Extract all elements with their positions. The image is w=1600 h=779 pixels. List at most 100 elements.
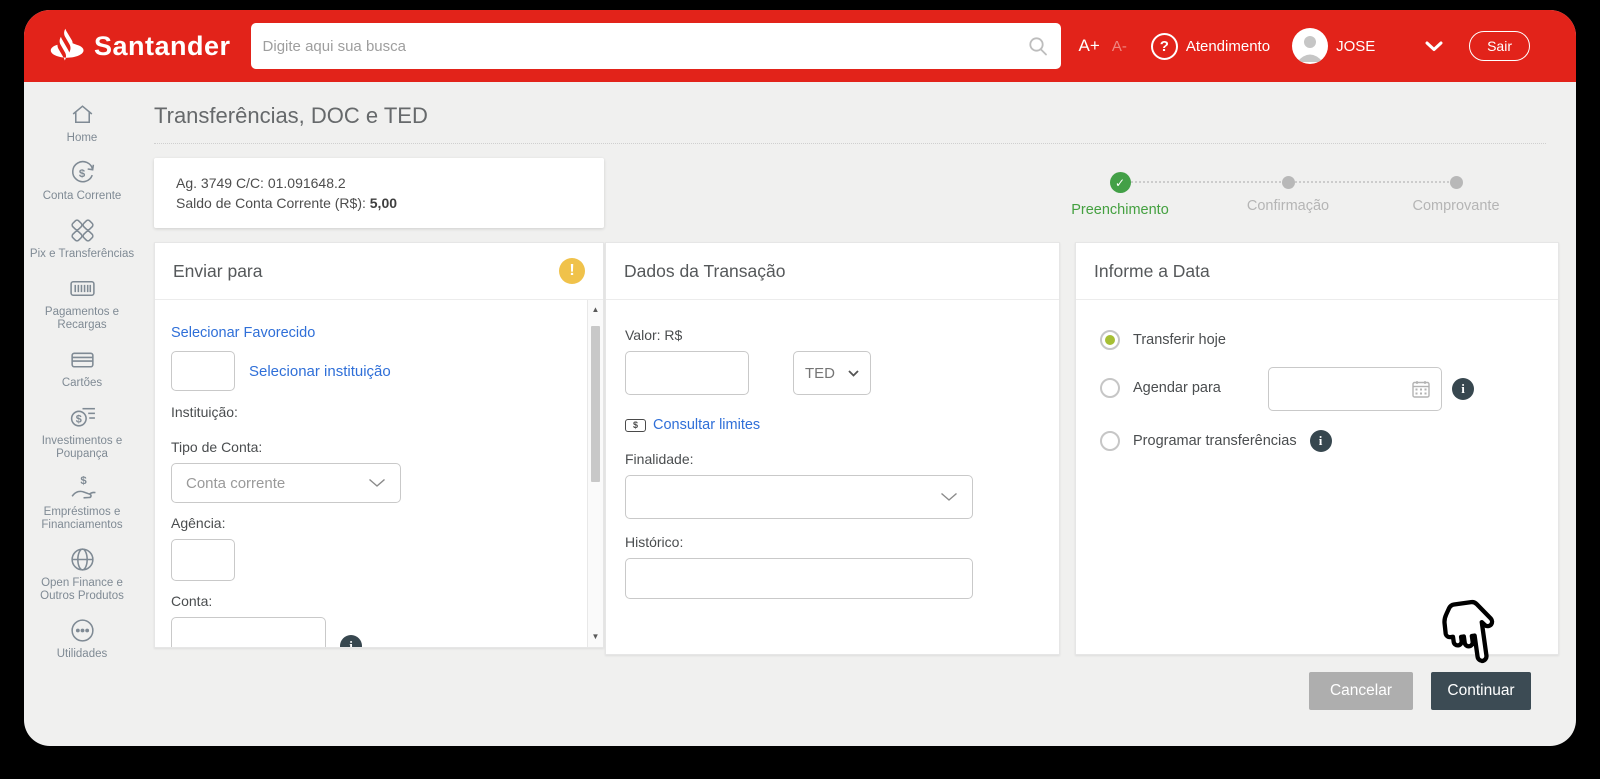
radio-programar-transferencias[interactable]: Programar transferências i [1100,430,1332,452]
search-box [251,23,1061,69]
agencia-label: Agência: [171,515,569,531]
favorecido-code-input[interactable] [171,351,235,391]
coin-list-icon: $ [68,403,97,432]
sidebar-item-pagamentos-recargas[interactable]: Pagamentos e Recargas [28,274,136,332]
finalidade-select[interactable] [625,475,973,519]
chevron-down-icon [368,478,386,488]
santander-logo[interactable]: Santander [46,25,231,67]
tipo-conta-label: Tipo de Conta: [171,439,569,455]
valor-input[interactable] [625,351,749,395]
step-check-icon: ✓ [1110,172,1131,193]
avatar [1292,28,1328,64]
tipo-conta-select[interactable]: Conta corrente [171,463,401,503]
ellipsis-circle-icon [68,616,97,645]
continue-button[interactable]: Continuar [1431,672,1531,710]
font-increase-button[interactable]: A+ [1079,36,1100,56]
step-comprovante: Comprovante [1372,172,1540,218]
account-refresh-icon: $ [68,158,97,187]
pix-icon [68,216,97,245]
panel-enviar-para: Enviar para ! Selecionar Favorecido Sele… [154,242,604,648]
account-number: Ag. 3749 C/C: 01.091648.2 [176,173,582,193]
chevron-down-icon [940,492,958,502]
flame-icon [46,25,88,67]
app-window: Santander A+ A- ? Atendimento JOSE [24,10,1576,746]
panel-title: Enviar para [173,261,263,282]
account-balance-value: 5,00 [370,195,397,211]
radio-selected-icon[interactable] [1100,330,1120,350]
brand-name: Santander [94,31,231,62]
sidebar-item-emprestimos-financiamentos[interactable]: $ Empréstimos e Financiamentos [28,474,136,532]
panel-title: Informe a Data [1094,261,1210,282]
sidebar-item-utilidades[interactable]: Utilidades [28,616,136,661]
radio-unselected-icon[interactable] [1100,378,1120,398]
sidebar-item-open-finance[interactable]: Open Finance e Outros Produtos [28,545,136,603]
globe-icon [68,545,97,574]
help-icon: ? [1151,33,1178,60]
selecionar-instituicao-link[interactable]: Selecionar instituição [249,363,391,380]
font-decrease-button[interactable]: A- [1112,38,1127,55]
person-icon [1292,28,1328,64]
valor-label: Valor: R$ [625,327,1039,343]
step-dot-icon [1282,176,1295,189]
finalidade-label: Finalidade: [625,451,1039,467]
card-icon [68,345,97,374]
conta-label: Conta: [171,593,569,609]
account-balance-line: Saldo de Conta Corrente (R$): 5,00 [176,193,582,213]
agendar-date-input[interactable] [1268,367,1442,411]
scrollbar-thumb[interactable] [591,326,600,482]
radio-transferir-hoje[interactable]: Transferir hoje [1100,330,1226,350]
sidebar-item-home[interactable]: Home [28,100,136,145]
consultar-limites-link[interactable]: $ Consultar limites [625,417,1039,433]
search-icon[interactable] [1027,35,1049,57]
info-icon[interactable]: i [1310,430,1332,452]
sidebar-item-pix-transferencias[interactable]: Pix e Transferências [28,216,136,261]
chevron-down-icon[interactable] [1425,41,1443,52]
radio-agendar-para[interactable]: Agendar para [1100,378,1221,398]
step-dot-icon [1450,176,1463,189]
info-icon[interactable]: i [1452,378,1474,400]
sidebar-item-cartoes[interactable]: Cartões [28,345,136,390]
svg-text:$: $ [80,475,87,487]
svg-text:$: $ [75,414,81,426]
search-input[interactable] [263,38,1027,55]
logout-button[interactable]: Sair [1469,31,1530,61]
sidebar-item-investimentos-poupanca[interactable]: $ Investimentos e Poupança [28,403,136,461]
home-icon [68,100,97,129]
step-confirmacao: Confirmação [1204,172,1372,218]
scroll-down-arrow[interactable]: ▼ [588,629,603,645]
money-icon: $ [625,419,646,432]
warning-icon[interactable]: ! [559,258,585,284]
svg-text:$: $ [78,168,85,180]
historico-label: Histórico: [625,534,1039,550]
panel-title: Dados da Transação [624,261,786,282]
progress-stepper: ✓ Preenchimento Confirmação Comprovante [1036,172,1540,228]
title-divider [154,143,1546,144]
user-menu[interactable]: JOSE [1292,28,1375,64]
conta-input[interactable] [171,617,326,647]
sidebar: Home $ Conta Corrente Pix e Transferênci… [24,82,140,746]
scroll-up-arrow[interactable]: ▲ [588,302,603,318]
chevron-down-icon [848,370,859,377]
radio-unselected-icon[interactable] [1100,431,1120,451]
agencia-input[interactable] [171,539,235,581]
cancel-button[interactable]: Cancelar [1309,672,1413,710]
page-title: Transferências, DOC e TED [154,103,428,129]
tipo-transferencia-select[interactable]: TED [793,351,871,395]
account-summary-card: Ag. 3749 C/C: 01.091648.2 Saldo de Conta… [154,158,604,228]
historico-input[interactable] [625,558,973,599]
step-preenchimento: ✓ Preenchimento [1036,172,1204,218]
instituicao-label: Instituição: [171,404,569,420]
panel-dados-transacao: Dados da Transação Valor: R$ TED $ Consu… [605,242,1060,655]
selecionar-favorecido-link[interactable]: Selecionar Favorecido [171,325,315,341]
calendar-icon[interactable] [1411,379,1431,399]
hand-money-icon: $ [68,474,97,503]
sidebar-item-conta-corrente[interactable]: $ Conta Corrente [28,158,136,203]
atendimento-menu[interactable]: ? Atendimento [1151,33,1270,60]
atendimento-label: Atendimento [1186,38,1270,55]
info-icon[interactable]: i [340,635,362,647]
username-label: JOSE [1336,38,1375,55]
panel-scrollbar[interactable]: ▲ ▼ [587,300,603,647]
top-header: Santander A+ A- ? Atendimento JOSE [24,10,1576,82]
panel-informe-data: Informe a Data Transferir hoje Agendar p… [1075,242,1559,655]
barcode-icon [68,274,97,303]
